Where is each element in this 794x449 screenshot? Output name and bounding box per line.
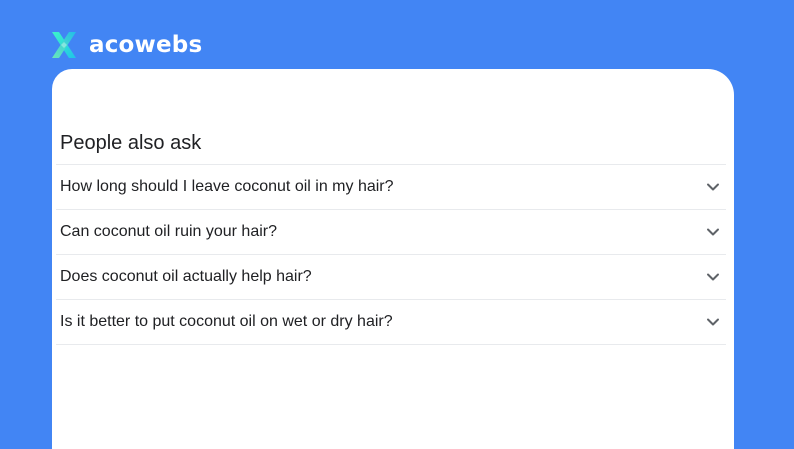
question-item[interactable]: How long should I leave coconut oil in m… (56, 165, 726, 210)
question-item[interactable]: Is it better to put coconut oil on wet o… (56, 300, 726, 345)
question-item[interactable]: Does coconut oil actually help hair? (56, 255, 726, 300)
question-text: Can coconut oil ruin your hair? (60, 223, 278, 240)
people-also-ask-list: How long should I leave coconut oil in m… (56, 164, 726, 345)
question-item[interactable]: Can coconut oil ruin your hair? (56, 210, 726, 255)
question-text: Is it better to put coconut oil on wet o… (60, 313, 393, 330)
chevron-down-icon[interactable] (706, 272, 720, 282)
question-text: How long should I leave coconut oil in m… (60, 178, 394, 195)
brand: acowebs (50, 29, 202, 61)
acowebs-logo-icon (52, 32, 76, 58)
people-also-ask-title: People also ask (60, 132, 202, 154)
chevron-down-icon[interactable] (706, 227, 720, 237)
brand-name: acowebs (89, 32, 203, 58)
chevron-down-icon[interactable] (706, 317, 720, 327)
chevron-down-icon[interactable] (706, 182, 720, 192)
question-text: Does coconut oil actually help hair? (60, 268, 312, 285)
